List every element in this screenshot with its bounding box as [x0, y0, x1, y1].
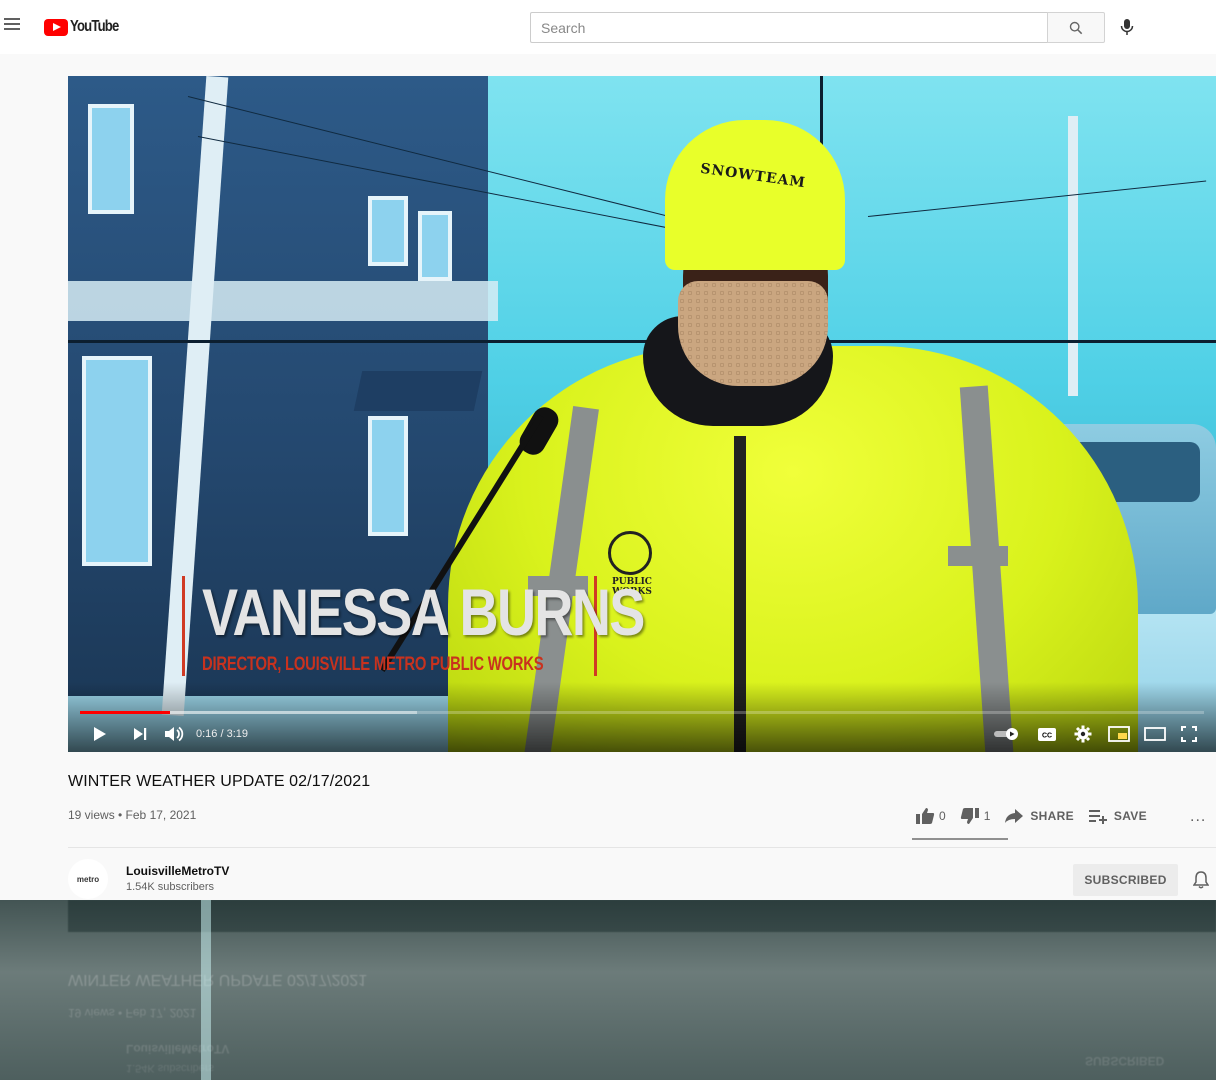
miniplayer-icon	[1108, 726, 1130, 742]
beanie	[665, 120, 845, 270]
playlist-add-icon	[1088, 810, 1107, 824]
like-button[interactable]: 0	[915, 807, 946, 825]
search-input[interactable]	[531, 13, 1048, 42]
theater-mode-button[interactable]	[1142, 722, 1168, 746]
like-count: 0	[939, 809, 946, 823]
voice-search-button[interactable]	[1114, 14, 1140, 40]
time-display: 0:16 / 3:19	[196, 728, 248, 740]
search-box[interactable]	[530, 12, 1048, 43]
play-button[interactable]	[88, 722, 112, 746]
settings-button[interactable]	[1070, 722, 1096, 746]
notification-bell-button[interactable]	[1190, 869, 1212, 891]
youtube-logo[interactable]: YouTube	[44, 17, 129, 37]
lower-third-name: VANESSA BURNS	[202, 575, 645, 649]
logo-text: YouTube	[70, 18, 119, 35]
public-works-seal-icon	[608, 531, 652, 575]
autoplay-toggle-icon	[994, 728, 1018, 740]
theater-icon	[1144, 727, 1166, 741]
light-beam	[201, 900, 211, 1080]
search-button[interactable]	[1047, 12, 1105, 43]
captions-icon: CC	[1038, 727, 1056, 741]
video-meta: 19 views • Feb 17, 2021	[68, 808, 197, 822]
sentiment-bar	[912, 838, 1008, 840]
fullscreen-button[interactable]	[1176, 722, 1202, 746]
dislike-count: 1	[983, 809, 991, 823]
save-label: SAVE	[1113, 809, 1147, 823]
bell-icon	[1193, 871, 1209, 889]
thumbs-down-icon	[960, 808, 979, 824]
menu-icon[interactable]	[4, 18, 22, 34]
settings-icon	[1074, 725, 1092, 743]
channel-avatar[interactable]: metro	[68, 859, 108, 899]
share-icon	[1005, 809, 1024, 823]
play-icon	[94, 727, 106, 741]
face-mask	[678, 281, 828, 386]
mic-icon	[1120, 19, 1134, 35]
progress-played	[80, 711, 170, 714]
volume-icon	[165, 726, 184, 742]
lower-third-title: DIRECTOR, LOUISVILLE METRO PUBLIC WORKS	[202, 654, 544, 675]
share-label: SHARE	[1030, 809, 1074, 823]
share-button[interactable]: SHARE	[1004, 808, 1074, 824]
next-button[interactable]	[128, 722, 152, 746]
channel-avatar-text: metro	[76, 874, 100, 884]
autoplay-toggle[interactable]	[992, 722, 1022, 746]
dislike-button[interactable]: 1	[960, 807, 991, 825]
video-title: WINTER WEATHER UPDATE 02/17/2021	[68, 773, 371, 790]
video-player[interactable]: SNOWTEAM PUBLIC WORKS VANESSA BURNS DIRE…	[68, 76, 1216, 752]
channel-name[interactable]: LouisvilleMetroTV	[126, 864, 229, 878]
youtube-logo-icon	[44, 18, 68, 36]
video-actions: 0 1 SHARE SAVE	[915, 803, 1161, 829]
subscriber-count: 1.54K subscribers	[126, 881, 215, 893]
captions-button[interactable]: CC	[1034, 722, 1060, 746]
save-button[interactable]: SAVE	[1088, 808, 1147, 824]
more-actions-button[interactable]: ...	[1190, 808, 1206, 826]
screen-reflection-overlay: WINTER WEATHER UPDATE 02/17/2021 19 view…	[0, 900, 1216, 1080]
subscribe-button[interactable]: SUBSCRIBED	[1073, 864, 1178, 896]
video-frame: SNOWTEAM PUBLIC WORKS VANESSA BURNS DIRE…	[68, 76, 1216, 752]
svg-text:CC: CC	[1042, 732, 1052, 739]
fullscreen-icon	[1181, 726, 1197, 742]
volume-button[interactable]	[162, 722, 186, 746]
divider	[68, 847, 1216, 848]
thumbs-up-icon	[916, 808, 935, 824]
miniplayer-button[interactable]	[1106, 722, 1132, 746]
search-icon	[1069, 21, 1083, 34]
next-icon	[134, 728, 147, 740]
progress-bar[interactable]	[80, 711, 1204, 714]
masthead: YouTube	[0, 0, 1216, 54]
